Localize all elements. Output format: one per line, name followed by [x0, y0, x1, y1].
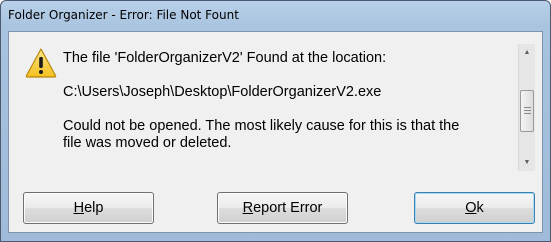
message-line: C:\Users\Joseph\Desktop\FolderOrganizerV… [63, 84, 382, 100]
help-label: elp [84, 200, 104, 216]
ok-label: k [476, 200, 484, 216]
help-accel: H [73, 200, 85, 216]
ok-button[interactable]: Ok [414, 192, 535, 224]
scroll-thumb[interactable] [520, 90, 534, 132]
message-line: Could not be opened. The most likely cau… [63, 118, 460, 134]
message-line: The file 'FolderOrganizerV2' Found at th… [63, 50, 387, 66]
report-label: eport Error [253, 200, 323, 216]
message-line: file was moved or deleted. [63, 135, 232, 151]
scroll-down-icon[interactable]: ▼ [519, 154, 535, 171]
window-title: Folder Organizer - Error: File Not Fount [8, 8, 239, 22]
help-button[interactable]: Help [23, 192, 154, 224]
report-accel: R [242, 200, 254, 216]
ok-accel: O [465, 200, 477, 216]
vertical-scrollbar[interactable]: ▲ ▼ [518, 44, 535, 171]
title-bar[interactable]: Folder Organizer - Error: File Not Fount [1, 1, 550, 31]
dialog-body: The file 'FolderOrganizerV2' Found at th… [8, 31, 543, 233]
grip-line [524, 107, 531, 108]
message-text: The file 'FolderOrganizerV2' Found at th… [60, 44, 515, 171]
scroll-up-icon[interactable]: ▲ [519, 44, 535, 61]
grip-line [524, 113, 531, 114]
grip-line [524, 110, 531, 111]
warning-icon [25, 48, 57, 78]
dialog-window: Folder Organizer - Error: File Not Fount… [0, 0, 551, 242]
report-error-button[interactable]: Report Error [217, 192, 348, 224]
message-area[interactable]: The file 'FolderOrganizerV2' Found at th… [60, 44, 535, 171]
